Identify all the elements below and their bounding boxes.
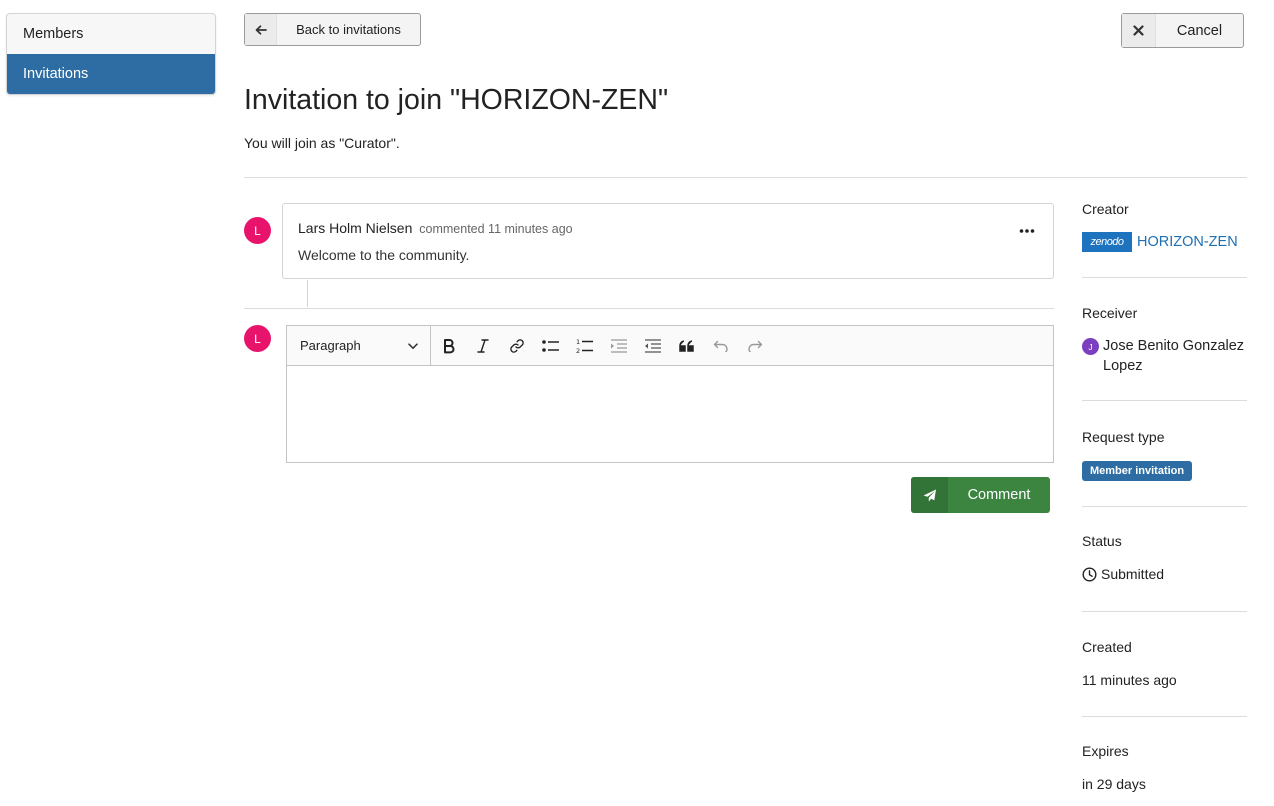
comment-timestamp: commented 11 minutes ago: [419, 222, 573, 236]
comment-header: Lars Holm Nielsen commented 11 minutes a…: [298, 220, 573, 236]
more-options-icon[interactable]: [1019, 221, 1035, 237]
submit-comment-label: Comment: [967, 487, 1031, 503]
details-divider: [1082, 506, 1247, 507]
send-icon: [911, 477, 948, 513]
receiver-avatar: J: [1082, 338, 1099, 355]
paragraph-format-select[interactable]: Paragraph: [287, 326, 431, 365]
redo-icon[interactable]: [738, 326, 772, 365]
request-type-label: Request type: [1082, 429, 1165, 445]
numbered-list-icon[interactable]: 12: [568, 326, 602, 365]
outdent-icon[interactable]: [636, 326, 670, 365]
submit-comment-button[interactable]: Comment: [911, 477, 1050, 513]
svg-text:1: 1: [576, 338, 580, 346]
italic-icon[interactable]: [466, 326, 500, 365]
comment-editor: Paragraph 12: [286, 325, 1054, 463]
header-divider: [244, 177, 1247, 178]
receiver-name: Jose Benito Gonzalez Lopez: [1103, 338, 1245, 374]
back-to-invitations-button[interactable]: Back to invitations: [244, 13, 421, 46]
composer-avatar: L: [244, 325, 271, 352]
clock-icon: [1082, 566, 1097, 582]
cancel-button-label: Cancel: [1176, 22, 1223, 39]
editor-toolbar: Paragraph 12: [287, 326, 1053, 366]
blockquote-icon[interactable]: [670, 326, 704, 365]
request-type-value: Member invitation: [1082, 461, 1193, 481]
indent-icon[interactable]: [602, 326, 636, 365]
created-label: Created: [1082, 639, 1132, 655]
expires-value: in 29 days: [1082, 776, 1146, 792]
comment-text-area[interactable]: [287, 366, 1053, 462]
expires-label: Expires: [1082, 743, 1129, 759]
link-icon[interactable]: [500, 326, 534, 365]
chevron-down-icon: [408, 338, 418, 353]
status-text: Submitted: [1101, 566, 1165, 582]
comment-card: Lars Holm Nielsen commented 11 minutes a…: [282, 203, 1054, 279]
bulleted-list-icon[interactable]: [534, 326, 568, 365]
zenodo-logo: zenodo: [1082, 232, 1132, 252]
receiver-value: J Jose Benito Gonzalez Lopez: [1082, 336, 1248, 376]
paragraph-format-label: Paragraph: [300, 338, 361, 353]
status-value: Submitted: [1082, 566, 1164, 582]
creator-label: Creator: [1082, 201, 1129, 217]
close-icon: [1122, 14, 1156, 47]
role-subtitle: You will join as "Curator".: [244, 135, 400, 151]
details-divider: [1082, 277, 1247, 278]
comment-author-avatar: L: [244, 217, 271, 244]
receiver-label: Receiver: [1082, 305, 1138, 321]
details-divider: [1082, 716, 1247, 717]
sidebar-item-invitations[interactable]: Invitations: [7, 54, 215, 94]
status-label: Status: [1082, 533, 1122, 549]
sidebar: Members Invitations: [6, 13, 216, 95]
thread-divider: [244, 308, 1054, 309]
bold-icon[interactable]: [432, 326, 466, 365]
sidebar-item-members[interactable]: Members: [7, 14, 215, 54]
page-title: Invitation to join "HORIZON-ZEN": [244, 84, 669, 116]
creator-community-link[interactable]: HORIZON-ZEN: [1137, 234, 1238, 250]
svg-text:2: 2: [576, 347, 580, 354]
comment-text: Welcome to the community.: [298, 247, 470, 263]
comment-author[interactable]: Lars Holm Nielsen: [298, 220, 412, 236]
arrow-left-icon: [245, 14, 277, 45]
creator-value: zenodo HORIZON-ZEN: [1082, 232, 1238, 252]
request-type-badge: Member invitation: [1082, 461, 1193, 481]
cancel-button[interactable]: Cancel: [1121, 13, 1244, 48]
thread-connector: [307, 280, 308, 307]
details-divider: [1082, 400, 1247, 401]
created-value: 11 minutes ago: [1082, 672, 1177, 688]
back-button-label: Back to invitations: [296, 22, 401, 37]
undo-icon[interactable]: [704, 326, 738, 365]
details-divider: [1082, 611, 1247, 612]
